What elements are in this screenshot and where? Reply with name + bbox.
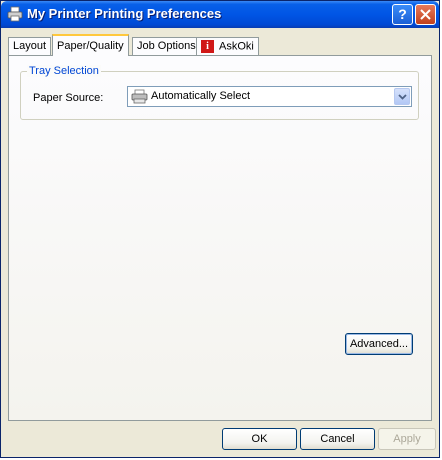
tab-job-options[interactable]: Job Options xyxy=(132,37,201,55)
apply-button[interactable]: Apply xyxy=(378,428,436,450)
title-bar[interactable]: My Printer Printing Preferences ? xyxy=(1,1,439,28)
advanced-button[interactable]: Advanced... xyxy=(345,333,413,355)
close-button[interactable] xyxy=(415,4,436,25)
paper-source-select[interactable]: Automatically Select xyxy=(127,86,412,107)
printing-preferences-dialog: My Printer Printing Preferences ? Layout… xyxy=(0,0,440,458)
printer-icon xyxy=(7,6,23,22)
help-button[interactable]: ? xyxy=(392,4,413,25)
cancel-button[interactable]: Cancel xyxy=(300,428,375,450)
tab-layout[interactable]: Layout xyxy=(8,37,52,55)
paper-quality-panel: Tray Selection Paper Source: Automatical… xyxy=(8,55,432,421)
ok-button[interactable]: OK xyxy=(222,428,297,450)
tab-askoki-label: AskOki xyxy=(219,40,254,53)
tab-askoki[interactable]: i AskOki xyxy=(196,37,259,55)
paper-source-value: Automatically Select xyxy=(151,90,251,102)
close-icon xyxy=(420,9,431,20)
info-icon: i xyxy=(201,40,214,53)
printer-icon xyxy=(131,89,148,104)
tray-selection-group: Tray Selection Paper Source: Automatical… xyxy=(20,65,419,120)
dropdown-button[interactable] xyxy=(394,88,410,105)
chevron-down-icon xyxy=(398,94,407,100)
tray-selection-title: Tray Selection xyxy=(27,65,101,77)
tab-paper-quality[interactable]: Paper/Quality xyxy=(52,34,129,56)
window-title: My Printer Printing Preferences xyxy=(27,6,222,21)
paper-source-label: Paper Source: xyxy=(33,92,104,104)
